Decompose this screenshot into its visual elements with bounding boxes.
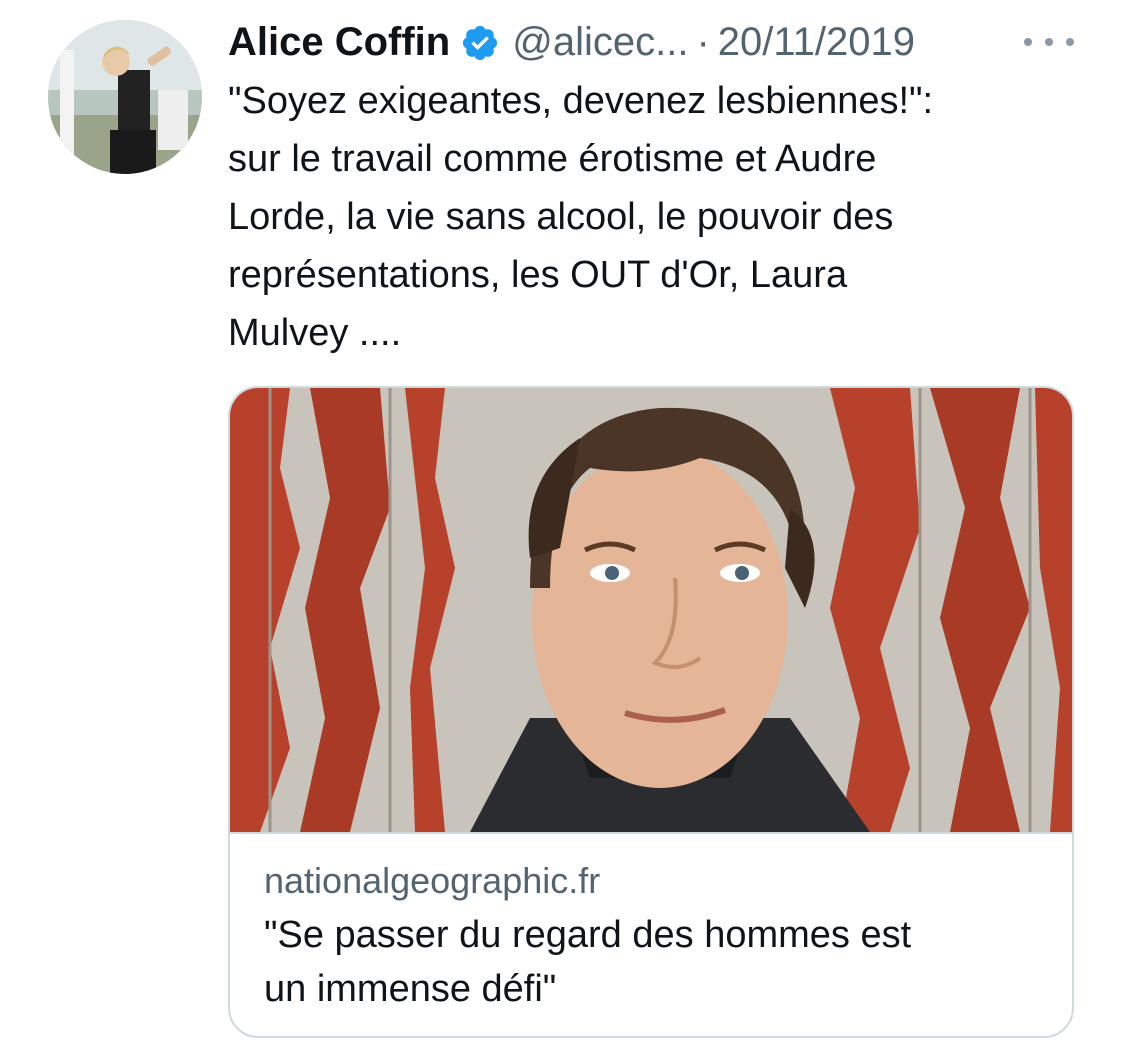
link-preview-card[interactable]: nationalgeographic.fr "Se passer du rega… — [228, 386, 1074, 1038]
avatar-photo — [48, 20, 202, 174]
more-dot — [1024, 38, 1032, 46]
tweet-header: Alice Coffin @alicec... · 20/11/2019 — [228, 14, 915, 70]
author-avatar[interactable] — [48, 20, 202, 174]
more-options-icon[interactable] — [1024, 22, 1074, 62]
link-domain: nationalgeographic.fr — [264, 860, 601, 901]
tweet-text: "Soyez exigeantes, devenez lesbiennes!":… — [228, 80, 934, 354]
link-title: "Se passer du regard des hommes est un i… — [264, 914, 912, 1010]
tweet[interactable]: Alice Coffin @alicec... · 20/11/2019 "So… — [0, 0, 1125, 1061]
author-handle[interactable]: @alicec... — [512, 14, 688, 70]
link-preview-image — [230, 388, 1072, 834]
more-dot — [1066, 38, 1074, 46]
author-name[interactable]: Alice Coffin — [228, 14, 450, 70]
tweet-date[interactable]: 20/11/2019 — [718, 14, 915, 70]
verified-badge-icon — [460, 22, 500, 62]
header-separator: · — [696, 20, 710, 64]
more-dot — [1045, 38, 1053, 46]
